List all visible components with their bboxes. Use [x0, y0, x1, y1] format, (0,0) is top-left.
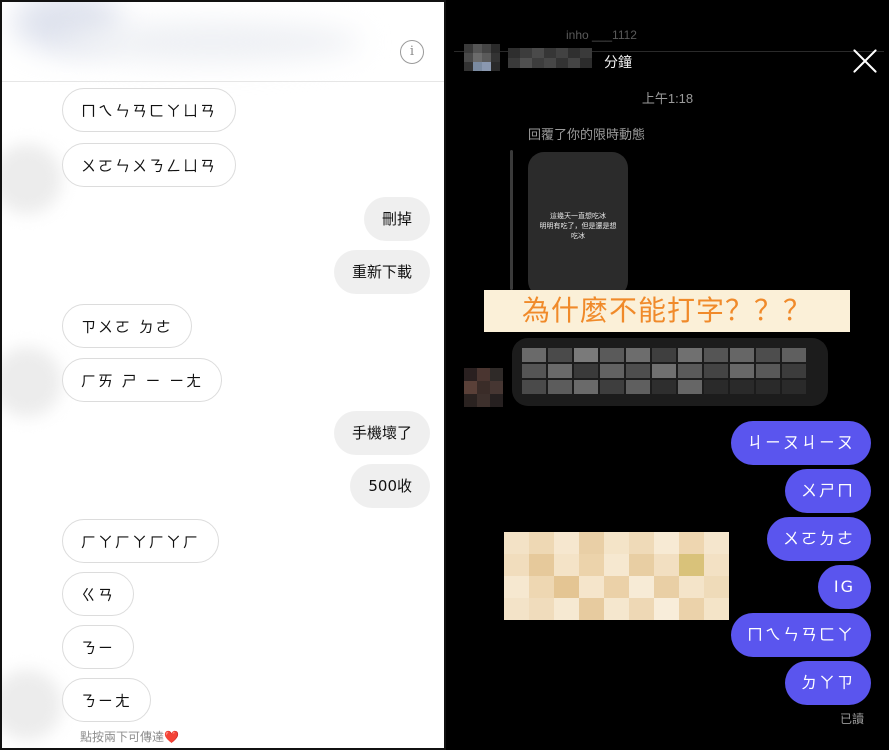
incoming-message[interactable]: ㄏㄚㄏㄚㄏㄚㄏ — [62, 519, 220, 563]
avatar — [2, 670, 62, 740]
story-text: 明明有吃了，但是還是想 — [539, 223, 617, 230]
top-status-strip: inho ___1112 — [454, 0, 884, 52]
read-receipt: 已讀 — [840, 712, 865, 726]
seen-note: 點按兩下可傳達❤️ — [80, 728, 179, 745]
right-chat-panel: inho ___1112 分鐘 上午1:18 回覆了你的限時動態 這幾天一直想吃… — [446, 0, 889, 750]
blurred-username — [62, 22, 362, 62]
outgoing-message[interactable]: ㄨㄕㄇ — [784, 469, 871, 513]
overlay-caption: 為什麼不能打字？？？ — [484, 290, 850, 332]
avatar — [2, 347, 62, 417]
incoming-message[interactable]: ㄋㄧㄤ — [62, 678, 152, 722]
info-icon[interactable]: i — [400, 40, 424, 64]
outgoing-message[interactable]: 500收 — [350, 464, 430, 508]
active-status: 分鐘 — [604, 54, 632, 70]
seen-note-text: 點按兩下可傳達 — [80, 730, 165, 744]
incoming-message[interactable]: ㄋㄧ — [62, 625, 135, 669]
blurred-incoming-message — [512, 338, 828, 406]
outgoing-message[interactable]: 手機壞了 — [333, 411, 430, 455]
outgoing-message[interactable]: ㄇㄟㄣㄢㄈㄚ — [730, 613, 871, 657]
outgoing-message[interactable]: ㄐㄧㄡㄐㄧㄡ — [730, 421, 871, 465]
incoming-message[interactable]: ㄗㄨㄛ ㄉㄜ — [62, 304, 192, 348]
story-text: 吃冰 — [571, 233, 585, 240]
incoming-message[interactable]: ㄨㄛㄣㄨㄋㄥㄩㄢ — [62, 143, 237, 187]
incoming-message[interactable]: ㄏㄞ ㄕ ㄧ ㄧㄤ — [62, 358, 223, 402]
blurred-avatar — [464, 44, 500, 71]
avatar — [2, 144, 62, 214]
left-chat-panel: i ㄇㄟㄣㄢㄈㄚㄩㄢ ㄨㄛㄣㄨㄋㄥㄩㄢ 刪掉 重新下載 ㄗㄨㄛ ㄉㄜ ㄏㄞ ㄕ … — [0, 0, 446, 750]
blurred-image-message[interactable] — [504, 532, 729, 620]
message-timestamp: 上午1:18 — [641, 91, 694, 106]
reply-indicator-bar — [510, 150, 513, 290]
outgoing-message[interactable]: 刪掉 — [363, 197, 430, 241]
outgoing-message[interactable]: ㄉㄚㄗ — [784, 661, 871, 705]
story-preview[interactable]: 這幾天一直想吃冰 明明有吃了，但是還是想 吃冰 — [528, 152, 628, 297]
replied-to-story-note: 回覆了你的限時動態 — [528, 127, 646, 142]
avatar — [464, 368, 503, 407]
outgoing-message[interactable]: ㄨㄛㄉㄜ — [766, 517, 871, 561]
heart-icon: ❤️ — [164, 730, 179, 744]
close-icon[interactable] — [852, 48, 878, 74]
outgoing-message[interactable]: IG — [817, 565, 871, 609]
incoming-message[interactable]: ㄇㄟㄣㄢㄈㄚㄩㄢ — [62, 88, 237, 132]
incoming-message[interactable]: ㄍㄢ — [62, 572, 135, 616]
chat-header: i — [2, 2, 444, 82]
faint-username: inho ___1112 — [566, 28, 637, 42]
blurred-username — [508, 48, 592, 68]
story-text: 這幾天一直想吃冰 — [550, 213, 606, 220]
outgoing-message[interactable]: 重新下載 — [333, 250, 430, 294]
